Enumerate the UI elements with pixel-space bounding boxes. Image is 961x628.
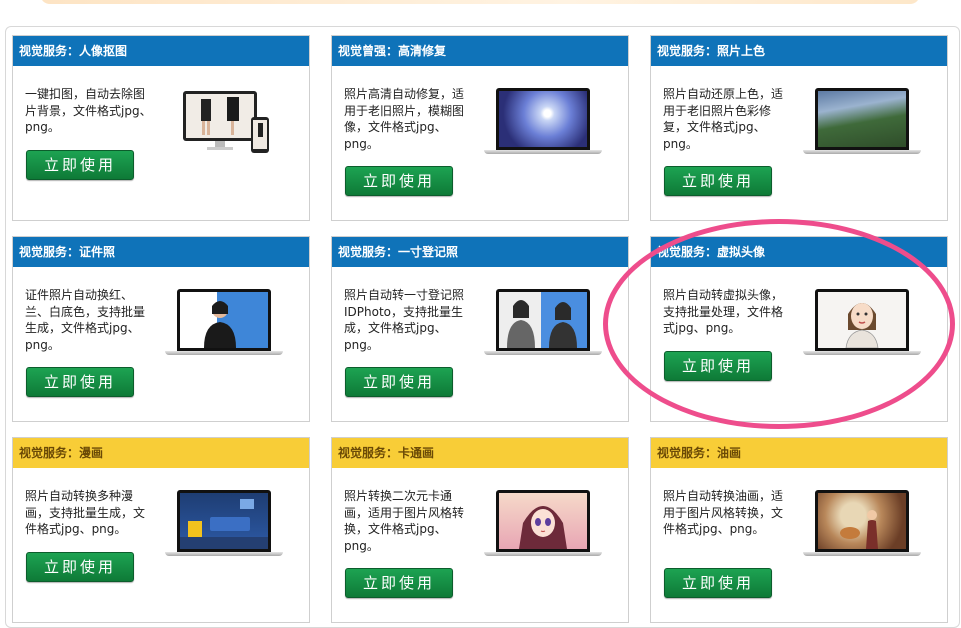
hd-restore-laptop-icon: [484, 88, 602, 156]
service-card-cartoon: 视觉服务：卡通画 照片转换二次元卡通画，适用于图片风格转换，文件格式jpg、pn…: [331, 437, 629, 623]
service-card-hd-restore: 视觉曾强：高清修复 照片高清自动修复，适用于老旧照片，模糊图像，文件格式jpg、…: [331, 35, 629, 221]
card-description: 证件照片自动换红、兰、白底色，支持批量生成，文件格式jpg、png。: [25, 288, 146, 352]
use-now-button[interactable]: 立即使用: [26, 552, 134, 582]
card-description: 照片转换二次元卡通画，适用于图片风格转换，文件格式jpg、png。: [344, 489, 465, 553]
card-title: 视觉服务：一寸登记照: [332, 237, 628, 267]
card-description: 照片自动转一寸登记照IDPhoto，支持批量生成，文件格式jpg、png。: [344, 288, 465, 352]
card-description: 照片自动转换油画，适用于图片风格转换，文件格式jpg、png。: [663, 489, 784, 536]
virtual-avatar-laptop-icon: [803, 289, 921, 357]
id-photo-laptop-icon: [165, 289, 283, 357]
cartoon-laptop-icon: [484, 490, 602, 558]
service-card-colorize: 视觉服务：照片上色 照片自动还原上色，适用于老旧照片色彩修复，文件格式jpg、p…: [650, 35, 948, 221]
card-title: 视觉服务：照片上色: [651, 36, 947, 66]
service-card-virtual-avatar: 视觉服务：虚拟头像 照片自动转虚拟头像，支持批量处理，文件格式jpg、png。 …: [650, 236, 948, 422]
card-title: 视觉服务：油画: [651, 438, 947, 468]
oil-painting-laptop-icon: [803, 490, 921, 558]
service-card-portrait-cutout: 视觉服务：人像抠图 一键扣图，自动去除图片背景，文件格式jpg、png。 立即使…: [12, 35, 310, 221]
service-card-id-photo: 视觉服务：证件照 证件照片自动换红、兰、白底色，支持批量生成，文件格式jpg、p…: [12, 236, 310, 422]
use-now-button[interactable]: 立即使用: [664, 568, 772, 598]
card-description: 照片自动转虚拟头像，支持批量处理，文件格式jpg、png。: [663, 288, 784, 335]
card-title: 视觉服务：卡通画: [332, 438, 628, 468]
use-now-button[interactable]: 立即使用: [345, 367, 453, 397]
portrait-cutout-device-icon: [179, 91, 271, 157]
card-title: 视觉曾强：高清修复: [332, 36, 628, 66]
card-description: 照片自动转换多种漫画，支持批量生成，文件格式jpg、png。: [25, 489, 146, 536]
card-title: 视觉服务：漫画: [13, 438, 309, 468]
card-title: 视觉服务：证件照: [13, 237, 309, 267]
card-title: 视觉服务：虚拟头像: [651, 237, 947, 267]
colorize-laptop-icon: [803, 88, 921, 156]
top-banner: [40, 0, 920, 4]
use-now-button[interactable]: 立即使用: [664, 351, 772, 381]
card-title: 视觉服务：人像抠图: [13, 36, 309, 66]
service-card-one-inch-photo: 视觉服务：一寸登记照 照片自动转一寸登记照IDPhoto，支持批量生成，文件格式…: [331, 236, 629, 422]
use-now-button[interactable]: 立即使用: [26, 367, 134, 397]
one-inch-photo-laptop-icon: [484, 289, 602, 357]
comic-laptop-icon: [165, 490, 283, 558]
card-description: 照片自动还原上色，适用于老旧照片色彩修复，文件格式jpg、png。: [663, 87, 784, 151]
service-card-comic: 视觉服务：漫画 照片自动转换多种漫画，支持批量生成，文件格式jpg、png。 立…: [12, 437, 310, 623]
use-now-button[interactable]: 立即使用: [345, 568, 453, 598]
use-now-button[interactable]: 立即使用: [345, 166, 453, 196]
use-now-button[interactable]: 立即使用: [26, 150, 134, 180]
service-card-oil-painting: 视觉服务：油画 照片自动转换油画，适用于图片风格转换，文件格式jpg、png。 …: [650, 437, 948, 623]
use-now-button[interactable]: 立即使用: [664, 166, 772, 196]
card-description: 一键扣图，自动去除图片背景，文件格式jpg、png。: [25, 87, 152, 134]
card-description: 照片高清自动修复，适用于老旧照片，模糊图像，文件格式jpg、png。: [344, 87, 465, 151]
